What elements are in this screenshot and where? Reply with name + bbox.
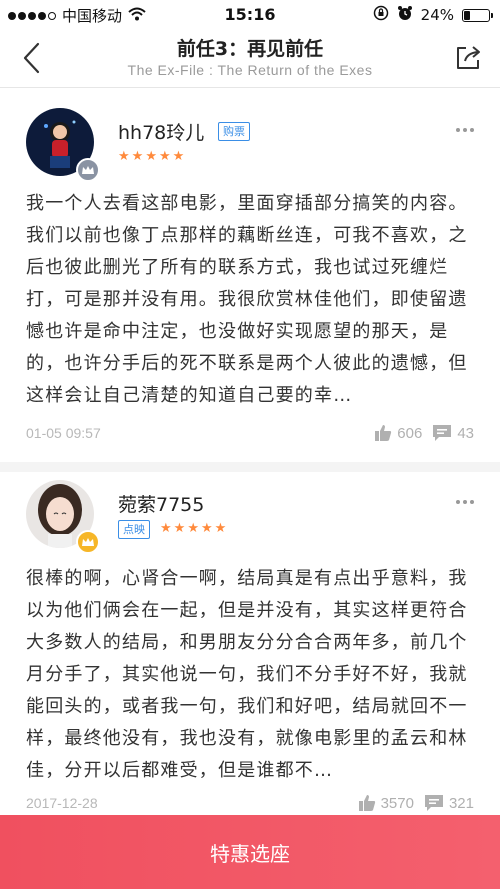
more-options-icon[interactable] xyxy=(456,500,474,504)
comment-username[interactable]: 菀萦7755 xyxy=(118,490,204,517)
battery-percent: 24% xyxy=(420,6,454,24)
like-count: 3570 xyxy=(380,794,414,812)
level-badge-icon xyxy=(76,158,100,182)
comment-text: 很棒的啊，心肾合一啊，结局真是有点出乎意料，我以为他们俩会在一起，但是并没有，其… xyxy=(26,568,468,781)
nav-bar: 前任3：再见前任 The Ex-File : The Return of the… xyxy=(0,28,500,88)
thumbs-up-icon xyxy=(375,425,392,441)
comment-bubble-icon xyxy=(424,795,443,811)
comment-actions: 3570 321 xyxy=(358,794,474,812)
battery-icon xyxy=(462,8,493,22)
reply-button[interactable]: 321 xyxy=(424,794,474,812)
page-title: 前任3：再见前任 xyxy=(176,38,324,60)
star-icon: ★ xyxy=(158,149,171,164)
comment-meta: 2017-12-28 3570 321 xyxy=(26,792,474,814)
more-options-icon[interactable] xyxy=(456,128,474,132)
avatar-wrap[interactable] xyxy=(26,108,100,182)
comment-text: 我一个人去看这部电影，里面穿插部分搞笑的内容。我们以前也像丁点那样的藕断丝连，可… xyxy=(26,193,468,406)
crown-badge-icon xyxy=(76,530,100,554)
rating-stars: ★ ★ ★ ★ ★ xyxy=(160,522,226,536)
comment-card[interactable]: 菀萦7755 点映 ★ ★ ★ ★ ★ 很棒的啊，心肾合一啊，结局真是有点出乎意… xyxy=(0,472,500,815)
section-divider xyxy=(0,462,500,472)
star-icon: ★ xyxy=(200,521,213,536)
orientation-lock-icon xyxy=(373,5,389,25)
thumbs-up-icon xyxy=(358,795,375,811)
select-seat-button[interactable]: 特惠选座 xyxy=(0,815,500,889)
star-icon: ★ xyxy=(214,521,227,536)
comment-username[interactable]: hh78玲儿 xyxy=(118,118,204,145)
reply-button[interactable]: 43 xyxy=(432,424,474,442)
comment-time: 2017-12-28 xyxy=(26,795,98,811)
like-count: 606 xyxy=(397,424,423,442)
like-button[interactable]: 3570 xyxy=(358,794,414,812)
star-icon: ★ xyxy=(145,149,157,164)
like-button[interactable]: 606 xyxy=(374,424,422,442)
status-bar-right: 24% xyxy=(373,5,493,25)
star-icon: ★ xyxy=(160,521,172,536)
comment-actions: 606 43 xyxy=(374,424,474,442)
comment-card[interactable]: hh78玲儿 购票 ★ ★ ★ ★ ★ 我一个人去看这部电影，里面穿插部分搞笑的… xyxy=(0,90,500,462)
comment-meta: 01-05 09:57 606 43 xyxy=(26,422,474,444)
ticket-tag: 购票 xyxy=(218,122,250,141)
rating-stars: ★ ★ ★ ★ ★ xyxy=(118,150,184,164)
star-icon: ★ xyxy=(172,149,185,164)
share-button[interactable] xyxy=(450,40,486,76)
status-bar: 中国移动 15:16 24% xyxy=(0,0,500,28)
comment-bubble-icon xyxy=(433,425,452,441)
star-icon: ★ xyxy=(118,149,130,164)
star-icon: ★ xyxy=(187,521,199,536)
battery-level-fill xyxy=(464,10,470,20)
comment-time: 01-05 09:57 xyxy=(26,425,101,441)
alarm-icon xyxy=(397,5,413,25)
star-icon: ★ xyxy=(131,149,144,164)
star-icon: ★ xyxy=(173,521,186,536)
page-subtitle: The Ex-File : The Return of the Exes xyxy=(127,62,373,78)
avatar-wrap[interactable] xyxy=(26,480,100,554)
reply-count: 43 xyxy=(457,424,474,442)
preview-tag: 点映 xyxy=(118,520,150,539)
share-icon xyxy=(457,46,480,69)
reply-count: 321 xyxy=(448,794,474,812)
